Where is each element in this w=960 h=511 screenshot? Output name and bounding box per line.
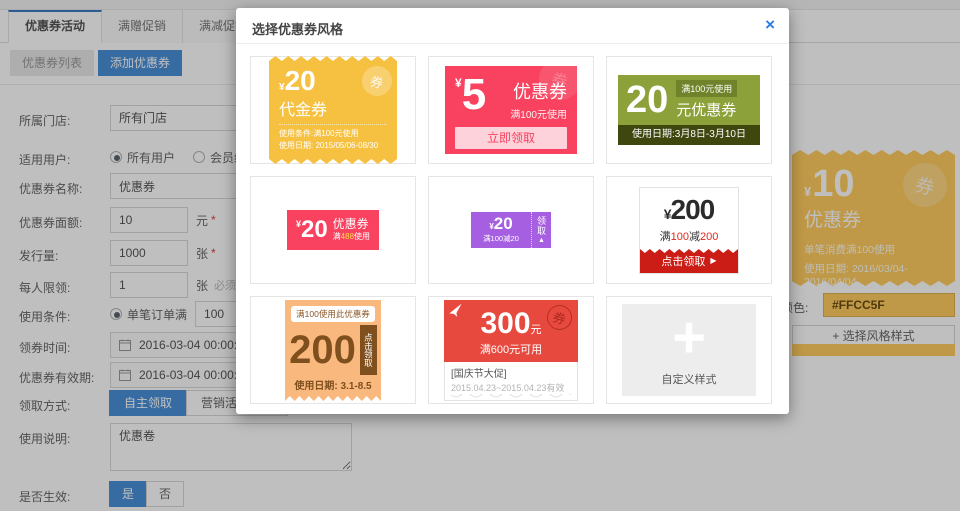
- coupon-amount: ¥20: [471, 215, 531, 232]
- coupon-condition: 使用条件:满100元使用: [279, 128, 387, 140]
- plus-icon: +: [672, 304, 706, 371]
- coupon-condition-badge: 满100元使用: [676, 80, 737, 97]
- style-picker-modal: 选择优惠券风格 × ¥20 代金券 使用条件:满100元使用 使用日期: 201…: [236, 8, 789, 414]
- click-claim-button[interactable]: 点击领取 ▶: [640, 249, 738, 273]
- claim-now-button[interactable]: 立即领取: [455, 127, 567, 149]
- coupon-style-small-pink[interactable]: ¥20 优惠券 满488使用: [250, 176, 416, 284]
- coupon-condition: 满488使用: [333, 231, 370, 242]
- coupon-amount: 20: [626, 81, 668, 119]
- coupon-condition: 满100元使用: [510, 106, 567, 121]
- coupon-validity: 2015.04.23~2015.04.23有效: [451, 381, 571, 394]
- arrow-up-icon: ▲: [538, 237, 545, 244]
- coupon-admin-page: 优惠券活动 满赠促销 满减促销 优惠券列表 添加优惠券 所属门店: 所有门店 适…: [0, 0, 960, 511]
- coupon-style-orange[interactable]: 满100使用此优惠券 200 点击领取 使用日期: 3.1-8.5: [250, 296, 416, 404]
- coupon-style-purple[interactable]: ¥20 满100减20 领取 ▲: [428, 176, 594, 284]
- coupon-amount: ¥200: [644, 196, 734, 224]
- coupon-amount: 200: [289, 331, 356, 369]
- coupon-style-green[interactable]: 20 满100元使用 元优惠券 使用日期:3月8日-3月10日: [606, 56, 772, 164]
- zigzag-edge-bottom: [285, 396, 381, 401]
- modal-title: 选择优惠券风格: [252, 19, 343, 38]
- coupon-date: 使用日期: 2015/05/06-08/30: [279, 140, 387, 152]
- coupon-event: [国庆节大促]: [451, 365, 571, 380]
- coupon-condition: 满100减20: [471, 233, 531, 244]
- coupon-style-custom[interactable]: + 自定义样式: [606, 296, 772, 404]
- coupon-style-white-red[interactable]: ¥200 满100减200 点击领取 ▶: [606, 176, 772, 284]
- modal-header: 选择优惠券风格 ×: [236, 8, 789, 44]
- wavy-edge: [451, 394, 571, 399]
- coupon-date: 使用日期: 3.1-8.5: [285, 377, 381, 392]
- coupon-name: 代金券: [279, 96, 387, 120]
- coupon-title: 元优惠券: [676, 99, 737, 120]
- arrow-right-icon: ▶: [710, 256, 716, 265]
- coupon-condition: 满600元可用: [444, 341, 578, 357]
- zigzag-edge-bottom: [269, 159, 397, 164]
- claim-action-label: 领取: [535, 216, 548, 236]
- paper-plane-icon: [447, 301, 466, 320]
- close-icon[interactable]: ×: [765, 16, 775, 33]
- custom-style-label: 自定义样式: [662, 371, 717, 387]
- coupon-title: 优惠券: [510, 78, 567, 104]
- coupon-header: 满100使用此优惠券: [291, 306, 375, 322]
- coupon-style-grid: ¥20 代金券 使用条件:满100元使用 使用日期: 2015/05/06-08…: [250, 56, 772, 404]
- click-claim-button[interactable]: 点击领取: [360, 325, 377, 375]
- coupon-style-pink[interactable]: 券 ¥5 优惠券 满100元使用 立即领取: [428, 56, 594, 164]
- coupon-amount: ¥20: [296, 218, 328, 242]
- coupon-style-red-event[interactable]: 券 300元 满600元可用 [国庆节大促] 2015.04.23~2015.0…: [428, 296, 594, 404]
- coupon-condition: 满100减200: [644, 228, 734, 244]
- coupon-date: 使用日期:3月8日-3月10日: [618, 125, 760, 145]
- coupon-style-gold[interactable]: ¥20 代金券 使用条件:满100元使用 使用日期: 2015/05/06-08…: [250, 56, 416, 164]
- coupon-amount: ¥5: [455, 74, 486, 121]
- coupon-title: 优惠券: [333, 218, 370, 231]
- zigzag-edge: [640, 249, 738, 253]
